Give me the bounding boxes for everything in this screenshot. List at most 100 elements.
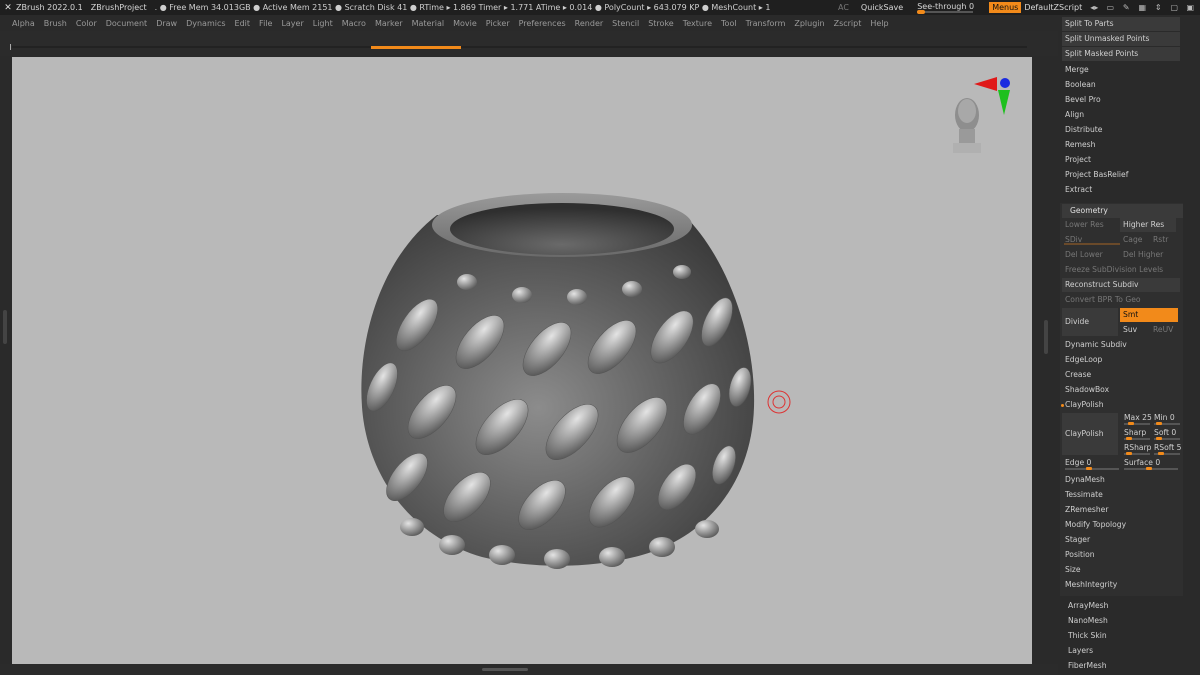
edgeloop-menu[interactable]: EdgeLoop: [1062, 353, 1180, 367]
arraymesh-menu[interactable]: ArrayMesh: [1065, 599, 1183, 613]
menu-light[interactable]: Light: [313, 19, 333, 28]
canvas-viewport[interactable]: [12, 57, 1032, 664]
menu-zplugin[interactable]: Zplugin: [794, 19, 824, 28]
divide-button[interactable]: Divide: [1062, 308, 1118, 336]
lower-res-button[interactable]: Lower Res: [1062, 218, 1118, 232]
meshintegrity-menu[interactable]: MeshIntegrity: [1062, 578, 1180, 592]
menu-edit[interactable]: Edit: [235, 19, 251, 28]
crease-menu[interactable]: Crease: [1062, 368, 1180, 382]
brush-icon[interactable]: ✎: [1120, 3, 1132, 12]
soft-slider[interactable]: Soft 0: [1154, 428, 1176, 437]
menu-picker[interactable]: Picker: [486, 19, 510, 28]
claypolish-menu[interactable]: ClayPolish: [1062, 398, 1180, 412]
min-slider[interactable]: Min 0: [1154, 413, 1175, 422]
menu-tool[interactable]: Tool: [721, 19, 737, 28]
extract-menu[interactable]: Extract: [1062, 183, 1180, 197]
project-menu[interactable]: Project: [1062, 153, 1180, 167]
surface-slider-knob[interactable]: [1146, 467, 1152, 470]
right-tray-handle[interactable]: [1044, 320, 1048, 354]
lightbox-icon[interactable]: ▭: [1104, 3, 1116, 12]
menu-zscript[interactable]: Zscript: [834, 19, 862, 28]
rsoft-slider[interactable]: RSoft 5: [1154, 443, 1182, 452]
thick-skin-menu[interactable]: Thick Skin: [1065, 629, 1183, 643]
menu-marker[interactable]: Marker: [375, 19, 403, 28]
zremesher-menu[interactable]: ZRemesher: [1062, 503, 1180, 517]
sculpt-mesh-render[interactable]: [12, 57, 1032, 664]
merge-menu[interactable]: Merge: [1062, 63, 1180, 77]
menu-help[interactable]: Help: [870, 19, 888, 28]
ac-label[interactable]: AC: [838, 3, 849, 12]
edge-slider[interactable]: Edge 0: [1065, 458, 1091, 467]
left-tray-handle[interactable]: [3, 310, 7, 344]
boolean-menu[interactable]: Boolean: [1062, 78, 1180, 92]
max-slider[interactable]: Max 25: [1124, 413, 1152, 422]
menu-stencil[interactable]: Stencil: [612, 19, 639, 28]
max-slider-knob[interactable]: [1128, 422, 1134, 425]
grid-icon[interactable]: ▦: [1136, 3, 1148, 12]
freeze-subdivision-button[interactable]: Freeze SubDivision Levels: [1062, 263, 1180, 277]
split-to-parts-button[interactable]: Split To Parts: [1062, 17, 1180, 31]
layout-icon[interactable]: ◂▸: [1088, 3, 1100, 12]
menu-macro[interactable]: Macro: [342, 19, 366, 28]
rsharp-slider-knob[interactable]: [1126, 452, 1132, 455]
menu-document[interactable]: Document: [106, 19, 147, 28]
sharp-slider[interactable]: Sharp: [1124, 428, 1146, 437]
dynamesh-menu[interactable]: DynaMesh: [1062, 473, 1180, 487]
rsharp-slider[interactable]: RSharp: [1124, 443, 1152, 452]
menu-stroke[interactable]: Stroke: [648, 19, 674, 28]
smt-toggle[interactable]: Smt: [1120, 308, 1178, 322]
see-through-slider[interactable]: See-through 0: [917, 0, 981, 15]
quicksave-button[interactable]: QuickSave: [861, 3, 903, 12]
default-zscript-button[interactable]: DefaultZScript: [1024, 3, 1082, 12]
nanomesh-menu[interactable]: NanoMesh: [1065, 614, 1183, 628]
dynamic-subdiv-menu[interactable]: Dynamic Subdiv: [1062, 338, 1180, 352]
fibermesh-menu[interactable]: FiberMesh: [1065, 659, 1183, 673]
menu-color[interactable]: Color: [76, 19, 97, 28]
split-masked-points-button[interactable]: Split Masked Points: [1062, 47, 1180, 61]
layers-menu[interactable]: Layers: [1065, 644, 1183, 658]
scale-icon[interactable]: ⇕: [1152, 3, 1164, 12]
position-menu[interactable]: Position: [1062, 548, 1180, 562]
restore-icon[interactable]: ▣: [1184, 3, 1196, 12]
menu-movie[interactable]: Movie: [453, 19, 477, 28]
edge-slider-knob[interactable]: [1086, 467, 1092, 470]
project-basrelief-menu[interactable]: Project BasRelief: [1062, 168, 1180, 182]
cage-button[interactable]: Cage: [1120, 233, 1148, 247]
min-slider-knob[interactable]: [1156, 422, 1162, 425]
del-higher-button[interactable]: Del Higher: [1120, 248, 1176, 262]
window-icon[interactable]: ▢: [1168, 3, 1180, 12]
menu-dynamics[interactable]: Dynamics: [186, 19, 225, 28]
menu-layer[interactable]: Layer: [281, 19, 303, 28]
menu-material[interactable]: Material: [412, 19, 445, 28]
shadowbox-menu[interactable]: ShadowBox: [1062, 383, 1180, 397]
reuv-button[interactable]: ReUV: [1150, 323, 1178, 337]
menu-draw[interactable]: Draw: [156, 19, 177, 28]
soft-slider-knob[interactable]: [1156, 437, 1162, 440]
size-menu[interactable]: Size: [1062, 563, 1180, 577]
menu-preferences[interactable]: Preferences: [519, 19, 566, 28]
menus-button[interactable]: Menus: [989, 2, 1022, 13]
rstr-button[interactable]: Rstr: [1150, 233, 1178, 247]
bottom-tray-handle[interactable]: [482, 668, 528, 671]
split-unmasked-points-button[interactable]: Split Unmasked Points: [1062, 32, 1180, 46]
tessimate-menu[interactable]: Tessimate: [1062, 488, 1180, 502]
menu-transform[interactable]: Transform: [746, 19, 786, 28]
remesh-menu[interactable]: Remesh: [1062, 138, 1180, 152]
align-menu[interactable]: Align: [1062, 108, 1180, 122]
menu-texture[interactable]: Texture: [683, 19, 712, 28]
rsoft-slider-knob[interactable]: [1158, 452, 1164, 455]
convert-bpr-button[interactable]: Convert BPR To Geo: [1062, 293, 1180, 307]
menu-brush[interactable]: Brush: [44, 19, 67, 28]
geometry-header[interactable]: Geometry: [1062, 204, 1183, 218]
distribute-menu[interactable]: Distribute: [1062, 123, 1180, 137]
reconstruct-subdiv-button[interactable]: Reconstruct Subdiv: [1062, 278, 1180, 292]
del-lower-button[interactable]: Del Lower: [1062, 248, 1118, 262]
suv-toggle[interactable]: Suv: [1120, 323, 1148, 337]
sharp-slider-knob[interactable]: [1126, 437, 1132, 440]
higher-res-button[interactable]: Higher Res: [1120, 218, 1176, 232]
modify-topology-menu[interactable]: Modify Topology: [1062, 518, 1180, 532]
menu-render[interactable]: Render: [575, 19, 603, 28]
bevel-pro-menu[interactable]: Bevel Pro: [1062, 93, 1180, 107]
claypolish-button[interactable]: ClayPolish: [1062, 413, 1118, 455]
surface-slider[interactable]: Surface 0: [1124, 458, 1160, 467]
